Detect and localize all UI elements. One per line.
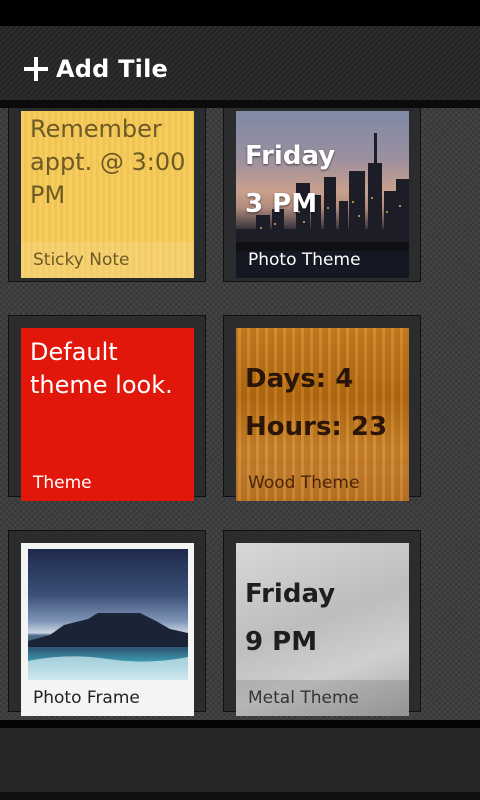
sticky-note-tile[interactable]: Remember appt. @ 3:00 PM Sticky Note xyxy=(21,111,194,278)
sticky-note-text: Remember appt. @ 3:00 PM xyxy=(30,113,188,212)
tile-label: Metal Theme xyxy=(236,680,409,716)
bottom-app-bar xyxy=(0,720,480,800)
tile-label: Wood Theme xyxy=(236,465,409,501)
landscape-photo xyxy=(28,549,188,680)
sticky-note-line: appt. @ 3:00 xyxy=(30,148,186,176)
tile-label: Photo Frame xyxy=(33,688,140,708)
day-text: Friday xyxy=(245,141,336,171)
day-text: Friday xyxy=(245,579,336,609)
time-text: 3 PM xyxy=(245,189,318,219)
app-bar: Add Tile xyxy=(0,26,480,108)
theme-tile[interactable]: Default theme look. Theme xyxy=(21,328,194,501)
mountain-shape xyxy=(28,613,188,680)
hours-text: Hours: 23 xyxy=(245,412,388,442)
sticky-note-line: PM xyxy=(30,181,66,209)
days-text: Days: 4 xyxy=(245,364,354,394)
tile-slot[interactable]: Default theme look. Theme xyxy=(8,315,206,501)
sticky-note-line: Remember xyxy=(30,115,162,143)
tile-slot[interactable]: Photo Frame xyxy=(8,530,206,716)
photo-theme-tile[interactable]: Friday 3 PM Photo Theme xyxy=(236,111,409,278)
metal-theme-tile[interactable]: Friday 9 PM Metal Theme xyxy=(236,543,409,716)
tile-label: Theme xyxy=(33,473,92,493)
status-bar xyxy=(0,0,480,26)
tile-slot[interactable]: Friday 9 PM Metal Theme xyxy=(223,530,421,716)
bottom-app-bar-surface xyxy=(0,728,480,792)
time-text: 9 PM xyxy=(245,627,318,657)
theme-text: Default theme look. xyxy=(30,336,188,402)
theme-line: theme look. xyxy=(30,371,173,399)
plus-icon xyxy=(24,57,48,81)
photo-frame-tile[interactable]: Photo Frame xyxy=(21,543,194,716)
theme-line: Default xyxy=(30,338,118,366)
tile-label: Photo Theme xyxy=(236,242,409,278)
add-tile-button[interactable]: Add Tile xyxy=(24,54,168,84)
tile-slot[interactable]: Remember appt. @ 3:00 PM Sticky Note xyxy=(8,108,206,282)
add-tile-label: Add Tile xyxy=(56,55,168,83)
tile-label: Sticky Note xyxy=(21,242,194,278)
tile-slot[interactable]: Days: 4 Hours: 23 Wood Theme xyxy=(223,315,421,501)
tile-slot[interactable]: Friday 3 PM Photo Theme xyxy=(223,108,421,282)
wood-theme-tile[interactable]: Days: 4 Hours: 23 Wood Theme xyxy=(236,328,409,501)
tile-grid[interactable]: Remember appt. @ 3:00 PM Sticky Note Fri… xyxy=(0,108,480,720)
